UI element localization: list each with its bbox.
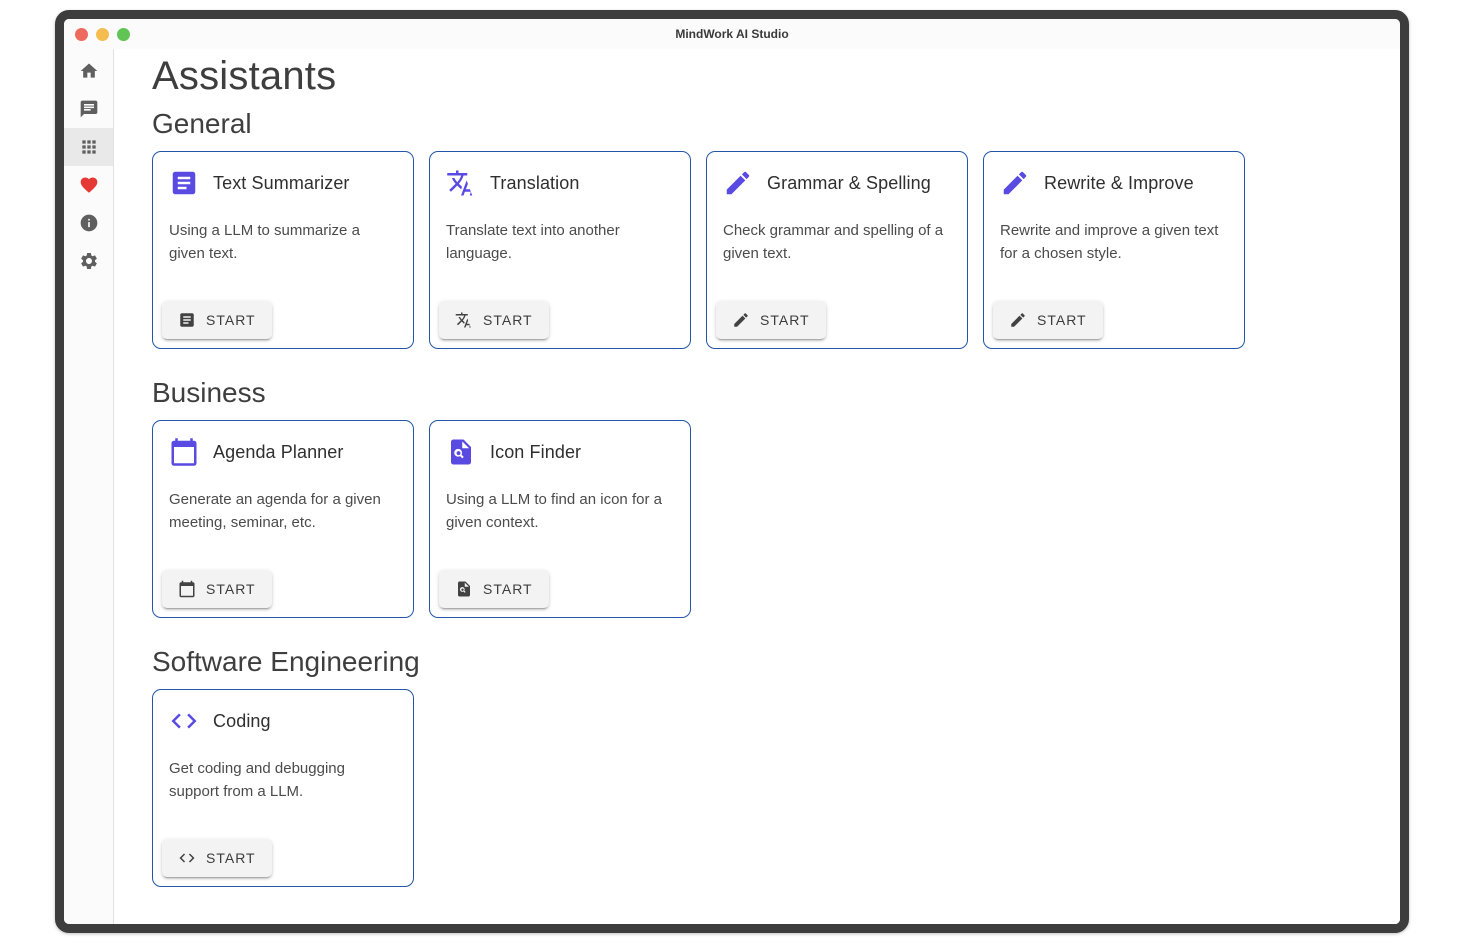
card-description: Rewrite and improve a given text for a c…: [1000, 219, 1228, 265]
pencil-icon: [732, 311, 750, 329]
card-title: Grammar & Spelling: [767, 173, 931, 194]
section-title: Software Engineering: [152, 644, 1380, 679]
main-content: Assistants General Text Summarizer Using a…: [114, 49, 1400, 924]
start-button-label: START: [483, 581, 533, 597]
start-button-label: START: [483, 312, 533, 328]
section-title: General: [152, 106, 1380, 141]
assistant-card: Coding Get coding and debugging support f…: [152, 689, 414, 887]
pencil-icon: [1000, 168, 1030, 198]
card-title: Agenda Planner: [213, 442, 344, 463]
card-description: Check grammar and spelling of a given te…: [723, 219, 951, 265]
heart-icon: [79, 175, 99, 195]
start-button-label: START: [206, 312, 256, 328]
assistant-card: Text Summarizer Using a LLM to summarize …: [152, 151, 414, 349]
start-button-label: START: [760, 312, 810, 328]
pencil-icon: [1009, 311, 1027, 329]
start-button[interactable]: START: [162, 839, 272, 877]
assistant-card: Icon Finder Using a LLM to find an icon f…: [429, 420, 691, 618]
sidebar-item-about[interactable]: [64, 204, 113, 242]
card-description: Get coding and debugging support from a …: [169, 757, 397, 803]
card-header: Agenda Planner: [169, 437, 397, 467]
doc-search-icon: [446, 437, 476, 467]
section-title: Business: [152, 375, 1380, 410]
cards-row: Coding Get coding and debugging support f…: [152, 689, 1380, 887]
card-header: Text Summarizer: [169, 168, 397, 198]
card-header: Translation: [446, 168, 674, 198]
card-title: Text Summarizer: [213, 173, 350, 194]
sidebar-item-settings[interactable]: [64, 242, 113, 280]
cards-row: Text Summarizer Using a LLM to summarize …: [152, 151, 1380, 349]
titlebar: MindWork AI Studio: [64, 19, 1400, 49]
sections-container: General Text Summarizer Using a LLM to sum…: [152, 106, 1380, 887]
start-button-label: START: [206, 581, 256, 597]
start-button-label: START: [206, 850, 256, 866]
window-title: MindWork AI Studio: [64, 27, 1400, 41]
card-description: Translate text into another language.: [446, 219, 674, 265]
start-button[interactable]: START: [439, 570, 549, 608]
assistant-card: Translation Translate text into another l…: [429, 151, 691, 349]
start-button[interactable]: START: [162, 570, 272, 608]
start-button[interactable]: START: [993, 301, 1103, 339]
card-title: Translation: [490, 173, 579, 194]
start-button[interactable]: START: [716, 301, 826, 339]
calendar-icon: [169, 437, 199, 467]
home-icon: [79, 61, 99, 81]
document-icon: [169, 168, 199, 198]
assistant-card: Grammar & Spelling Check grammar and spel…: [706, 151, 968, 349]
chat-icon: [79, 99, 99, 119]
sidebar-item-home[interactable]: [64, 52, 113, 90]
page-title: Assistants: [152, 52, 1380, 100]
code-icon: [169, 706, 199, 736]
info-icon: [79, 213, 99, 233]
start-button-label: START: [1037, 312, 1087, 328]
card-description: Generate an agenda for a given meeting, …: [169, 488, 397, 534]
start-button[interactable]: START: [439, 301, 549, 339]
card-header: Coding: [169, 706, 397, 736]
cards-row: Agenda Planner Generate an agenda for a g…: [152, 420, 1380, 618]
translate-icon: [455, 311, 473, 329]
app-window: MindWork AI Studio Assistants General Tex…: [55, 10, 1409, 933]
card-title: Icon Finder: [490, 442, 581, 463]
start-button[interactable]: START: [162, 301, 272, 339]
sidebar: [64, 49, 114, 924]
document-icon: [178, 311, 196, 329]
pencil-icon: [723, 168, 753, 198]
card-header: Icon Finder: [446, 437, 674, 467]
doc-search-icon: [455, 580, 473, 598]
card-description: Using a LLM to summarize a given text.: [169, 219, 397, 265]
card-description: Using a LLM to find an icon for a given …: [446, 488, 674, 534]
assistant-card: Rewrite & Improve Rewrite and improve a g…: [983, 151, 1245, 349]
sidebar-item-assistants[interactable]: [64, 128, 113, 166]
apps-grid-icon: [79, 137, 99, 157]
translate-icon: [446, 168, 476, 198]
calendar-icon: [178, 580, 196, 598]
card-header: Grammar & Spelling: [723, 168, 951, 198]
card-header: Rewrite & Improve: [1000, 168, 1228, 198]
gear-icon: [79, 251, 99, 271]
code-icon: [178, 849, 196, 867]
sidebar-item-chat[interactable]: [64, 90, 113, 128]
card-title: Rewrite & Improve: [1044, 173, 1194, 194]
card-title: Coding: [213, 711, 271, 732]
assistant-card: Agenda Planner Generate an agenda for a g…: [152, 420, 414, 618]
sidebar-item-favorites[interactable]: [64, 166, 113, 204]
